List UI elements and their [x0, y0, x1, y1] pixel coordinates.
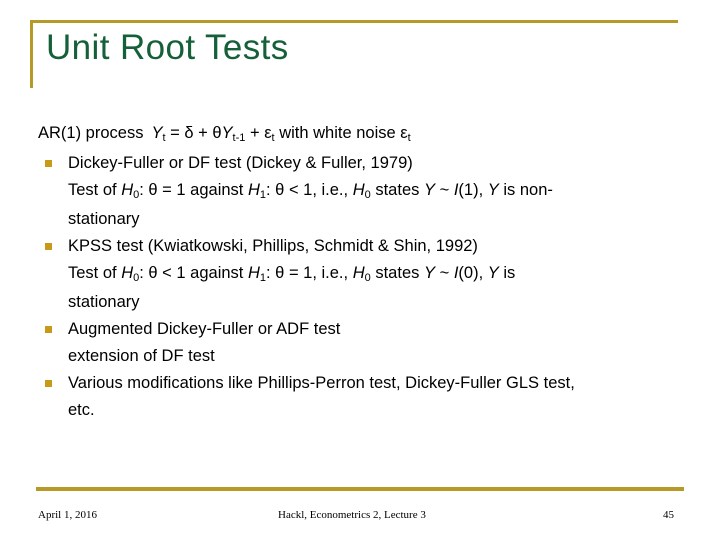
hypothesis-condition-b: : θ = 1, i.e.,	[266, 264, 349, 282]
list-item[interactable]: Augmented Dickey-Fuller or ADF test	[38, 316, 698, 343]
list-item-label: Various modifications like Phillips-Perr…	[68, 374, 575, 392]
variable-y-2: Y	[487, 181, 499, 199]
h-null-2-subscript: 0	[364, 272, 371, 284]
test-of-label: Test of	[68, 264, 117, 282]
h-alt-subscript: 1	[259, 272, 267, 284]
list-item-detail: Test of H0: θ < 1 against H1: θ = 1, i.e…	[38, 260, 698, 289]
intro-var-y2: Y	[221, 124, 233, 142]
square-bullet-icon	[45, 160, 52, 167]
footer-reference: Hackl, Econometrics 2, Lecture 3	[278, 509, 426, 521]
h-null-symbol: H	[121, 181, 134, 199]
states-label: states	[375, 181, 420, 199]
body-content: AR(1) process Yt = δ + θYt-1 + εt with wh…	[38, 120, 698, 424]
intro-formula-mid: = δ + θ	[170, 124, 222, 142]
list-item-detail: etc.	[68, 401, 95, 419]
square-bullet-icon	[45, 326, 52, 333]
page-title: Unit Root Tests	[46, 28, 289, 67]
footer-page-number: 45	[663, 509, 674, 521]
variable-y-2: Y	[487, 264, 499, 282]
intro-prefix: AR(1) process	[38, 124, 144, 142]
states-label: states	[375, 264, 420, 282]
intro-var-y2-subscript: t-1	[232, 132, 246, 144]
intro-var-y: Y	[151, 124, 163, 142]
footer-rule	[36, 487, 684, 491]
h-alt-subscript: 1	[259, 189, 267, 201]
intro-line: AR(1) process Yt = δ + θYt-1 + εt with wh…	[38, 120, 698, 149]
hypothesis-condition-a: : θ = 1 against	[139, 181, 244, 199]
integration-order-value: (1),	[458, 181, 484, 199]
intro-formula-plus: + ε	[249, 124, 272, 142]
list-item-detail: stationary	[68, 293, 140, 311]
hypothesis-condition-a: : θ < 1 against	[139, 264, 244, 282]
stationarity-tail: is non-	[503, 181, 553, 199]
list-item[interactable]: Dickey-Fuller or DF test (Dickey & Fulle…	[38, 150, 698, 177]
h-alt-symbol: H	[247, 264, 260, 282]
variable-y: Y	[423, 264, 435, 282]
h-alt-symbol: H	[247, 181, 260, 199]
h-null-2-subscript: 0	[364, 189, 371, 201]
list-item-label: Dickey-Fuller or DF test (Dickey & Fulle…	[68, 154, 413, 172]
variable-y: Y	[423, 181, 435, 199]
square-bullet-icon	[45, 380, 52, 387]
tilde-symbol: ~	[439, 181, 450, 199]
intro-noise: ε	[400, 124, 408, 142]
stationarity-tail: is	[503, 264, 516, 282]
square-bullet-icon	[45, 243, 52, 250]
intro-var-y-subscript: t	[162, 132, 166, 144]
intro-suffix: with white noise	[279, 124, 396, 142]
h-null-subscript: 0	[133, 272, 140, 284]
title-left-rule	[30, 20, 33, 88]
intro-noise-subscript: t	[407, 132, 411, 144]
title-block: Unit Root Tests	[30, 20, 678, 90]
test-of-label: Test of	[68, 181, 117, 199]
title-top-rule	[30, 20, 678, 23]
hypothesis-condition-b: : θ < 1, i.e.,	[266, 181, 349, 199]
list-item[interactable]: Various modifications like Phillips-Perr…	[38, 370, 698, 397]
footer-date: April 1, 2016	[38, 509, 97, 521]
integration-order-value: (0),	[458, 264, 484, 282]
h-null-symbol-2: H	[352, 181, 365, 199]
h-null-subscript: 0	[133, 189, 140, 201]
h-null-symbol: H	[121, 264, 134, 282]
h-null-symbol-2: H	[352, 264, 365, 282]
list-item-detail: Test of H0: θ = 1 against H1: θ < 1, i.e…	[38, 177, 698, 206]
list-item-label: Augmented Dickey-Fuller or ADF test	[68, 320, 341, 338]
list-item-detail: extension of DF test	[68, 347, 215, 365]
intro-eps-subscript: t	[271, 132, 275, 144]
list-item[interactable]: KPSS test (Kwiatkowski, Phillips, Schmid…	[38, 233, 698, 260]
list-item-detail: stationary	[68, 210, 140, 228]
tilde-symbol: ~	[439, 264, 450, 282]
slide-canvas: Unit Root Tests AR(1) process Yt = δ + θY…	[0, 0, 720, 540]
list-item-label: KPSS test (Kwiatkowski, Phillips, Schmid…	[68, 237, 478, 255]
